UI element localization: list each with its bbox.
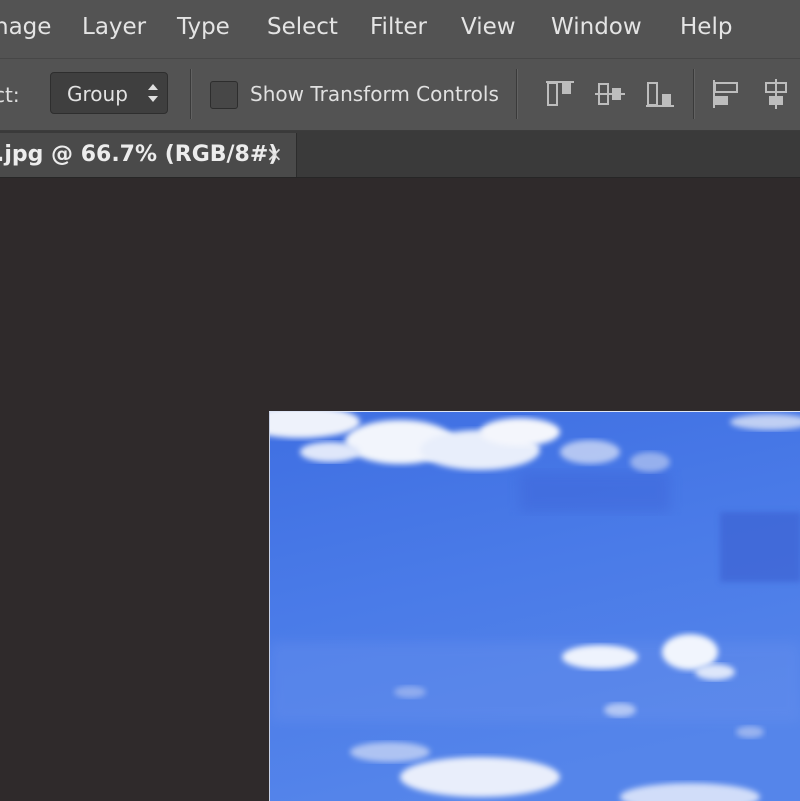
menu-window[interactable]: Window xyxy=(551,14,642,40)
menu-select[interactable]: Select xyxy=(267,14,338,40)
canvas-image[interactable] xyxy=(269,411,800,801)
auto-select-label: ct: xyxy=(0,83,20,107)
document-tab-bar: .jpg @ 66.7% (RGB/8#) × xyxy=(0,131,800,178)
align-left-edges-icon[interactable] xyxy=(710,78,742,110)
menu-image[interactable]: nage xyxy=(0,14,51,40)
align-horizontal-centers-icon[interactable] xyxy=(760,78,792,110)
document-tab-title: .jpg @ 66.7% (RGB/8#) xyxy=(0,142,279,167)
toolbar-separator xyxy=(516,69,518,119)
align-top-edges-icon[interactable] xyxy=(544,78,576,110)
options-bar: ct: Group Show Transform Controls xyxy=(0,59,800,132)
sky-photo xyxy=(270,412,800,801)
document-tab[interactable]: .jpg @ 66.7% (RGB/8#) × xyxy=(0,133,297,177)
menu-view[interactable]: View xyxy=(461,14,516,40)
up-down-arrows-icon xyxy=(148,84,158,102)
auto-select-dropdown[interactable]: Group xyxy=(50,72,168,114)
menu-bar: nage Layer Type Select Filter View Windo… xyxy=(0,0,800,59)
menu-type[interactable]: Type xyxy=(177,14,230,40)
show-transform-checkbox[interactable] xyxy=(210,81,238,109)
menu-help[interactable]: Help xyxy=(680,14,732,40)
toolbar-separator xyxy=(693,69,695,119)
menu-layer[interactable]: Layer xyxy=(82,14,146,40)
show-transform-label: Show Transform Controls xyxy=(250,82,499,106)
align-bottom-edges-icon[interactable] xyxy=(644,78,676,110)
close-icon[interactable]: × xyxy=(266,142,283,166)
align-vertical-centers-icon[interactable] xyxy=(594,78,626,110)
menu-filter[interactable]: Filter xyxy=(370,14,427,40)
toolbar-separator xyxy=(190,69,192,119)
canvas-workspace[interactable] xyxy=(0,178,800,801)
auto-select-value: Group xyxy=(67,82,128,106)
